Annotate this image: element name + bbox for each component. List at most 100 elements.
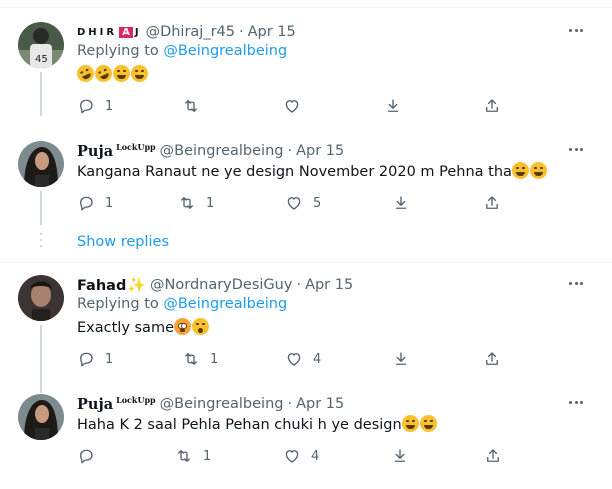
like-icon [287,197,301,210]
joy-emoji [511,162,529,179]
divider [0,262,612,263]
flushed-emoji [174,318,191,335]
tweet-text: Exactly same [77,318,210,336]
mention-link[interactable]: @Beingrealbeing [163,296,287,312]
timestamp[interactable]: Apr 15 [305,277,353,293]
reply-button[interactable]: 1 [77,193,113,213]
retweet-count: 1 [210,351,219,367]
reply-count: 1 [105,195,114,211]
reply-button[interactable] [77,446,105,466]
reply-button[interactable]: 1 [77,349,113,369]
avatar[interactable] [18,394,64,440]
joy-emoji [529,162,547,179]
separator-dot: · [239,24,244,40]
share-button[interactable] [483,193,501,213]
more-icon[interactable] [566,22,586,38]
retweet-count: 1 [203,448,212,464]
reply-icon [80,352,93,367]
tweet-actions: 1 4 [77,446,507,466]
like-button[interactable]: 4 [285,349,321,369]
tweet-actions: 1 [77,96,507,116]
download-button[interactable] [384,96,402,116]
download-button[interactable] [391,446,409,466]
retweet-button[interactable]: 1 [182,349,218,369]
like-count: 5 [313,195,322,211]
retweet-icon [178,450,190,462]
tweet-header: Puja LockUpp @Beingrealbeing · Apr 15 [77,394,344,414]
retweet-button[interactable]: 1 [178,193,214,213]
retweet-icon [185,100,197,112]
replying-to: Replying to @Beingrealbeing [77,296,288,312]
tweet-header: Fahad✨ @NordnaryDesiGuy · Apr 15 [77,275,353,295]
sparkle-emoji: ✨ [127,276,147,294]
rofl-emoji [74,62,97,85]
more-icon[interactable] [566,394,586,410]
reply-count: 1 [105,98,114,114]
handle[interactable]: @Beingrealbeing [160,396,284,412]
avatar[interactable] [18,141,64,187]
joy-emoji [401,415,419,432]
like-count: 4 [313,351,322,367]
download-icon [395,196,407,209]
share-button[interactable] [483,349,501,369]
tweet-header: Puja LockUpp @Beingrealbeing · Apr 15 [77,141,344,161]
scream-emoji [192,318,209,335]
timestamp[interactable]: Apr 15 [296,143,344,159]
separator-dot: · [296,277,302,293]
name-badge: LockUpp [116,395,156,405]
mention-link[interactable]: @Beingrealbeing [163,43,287,59]
share-icon [487,449,499,462]
separator-dot: · [287,396,293,412]
reply-count: 1 [105,351,114,367]
share-button[interactable] [484,446,502,466]
handle[interactable]: @Dhiraj_r45 [146,24,235,40]
like-icon [287,353,301,366]
more-icon[interactable] [566,275,586,291]
retweet-count: 1 [206,195,215,211]
download-button[interactable] [392,349,410,369]
handle[interactable]: @NordnaryDesiGuy [150,277,292,293]
retweet-icon [185,353,197,365]
separator-dot: · [287,143,293,159]
like-button[interactable]: 4 [283,446,319,466]
like-count: 4 [311,448,320,464]
like-button[interactable]: 5 [285,193,321,213]
show-replies-link[interactable]: Show replies [77,234,169,250]
download-button[interactable] [392,193,410,213]
like-button[interactable] [283,96,311,116]
avatar[interactable] [18,275,64,321]
tweet-header: DHIR A J @Dhiraj_r45 · Apr 15 [77,22,296,42]
reply-icon [80,196,93,211]
reply-icon [80,99,93,114]
retweet-button[interactable] [182,96,210,116]
top-divider [0,7,612,8]
share-icon [486,352,498,365]
handle[interactable]: @Beingrealbeing [160,143,284,159]
timestamp[interactable]: Apr 15 [296,396,344,412]
joy-emoji [131,65,148,82]
display-name[interactable]: Puja LockUpp [77,395,156,413]
display-name[interactable]: Puja LockUpp [77,142,156,160]
like-icon [285,100,299,113]
retweet-button[interactable]: 1 [175,446,211,466]
tweet-text: Kangana Ranaut ne ye design November 202… [77,162,548,180]
tweet-text [74,62,149,85]
retweet-icon [181,197,193,209]
share-button[interactable] [483,96,501,116]
avatar[interactable]: 45 [18,22,64,68]
rofl-emoji [92,62,115,85]
tweet-actions: 1 1 5 [77,193,507,213]
timestamp[interactable]: Apr 15 [248,24,296,40]
like-icon [285,450,299,463]
more-icon[interactable] [566,141,586,157]
share-icon [486,99,498,112]
download-icon [394,449,406,462]
joy-emoji [113,65,130,82]
thread-line [40,72,42,116]
display-name[interactable]: DHIR A J [77,26,142,38]
display-name[interactable]: Fahad✨ [77,276,146,294]
reply-button[interactable]: 1 [77,96,113,116]
svg-text:45: 45 [35,54,48,65]
share-icon [486,196,498,209]
reply-icon [80,449,93,464]
